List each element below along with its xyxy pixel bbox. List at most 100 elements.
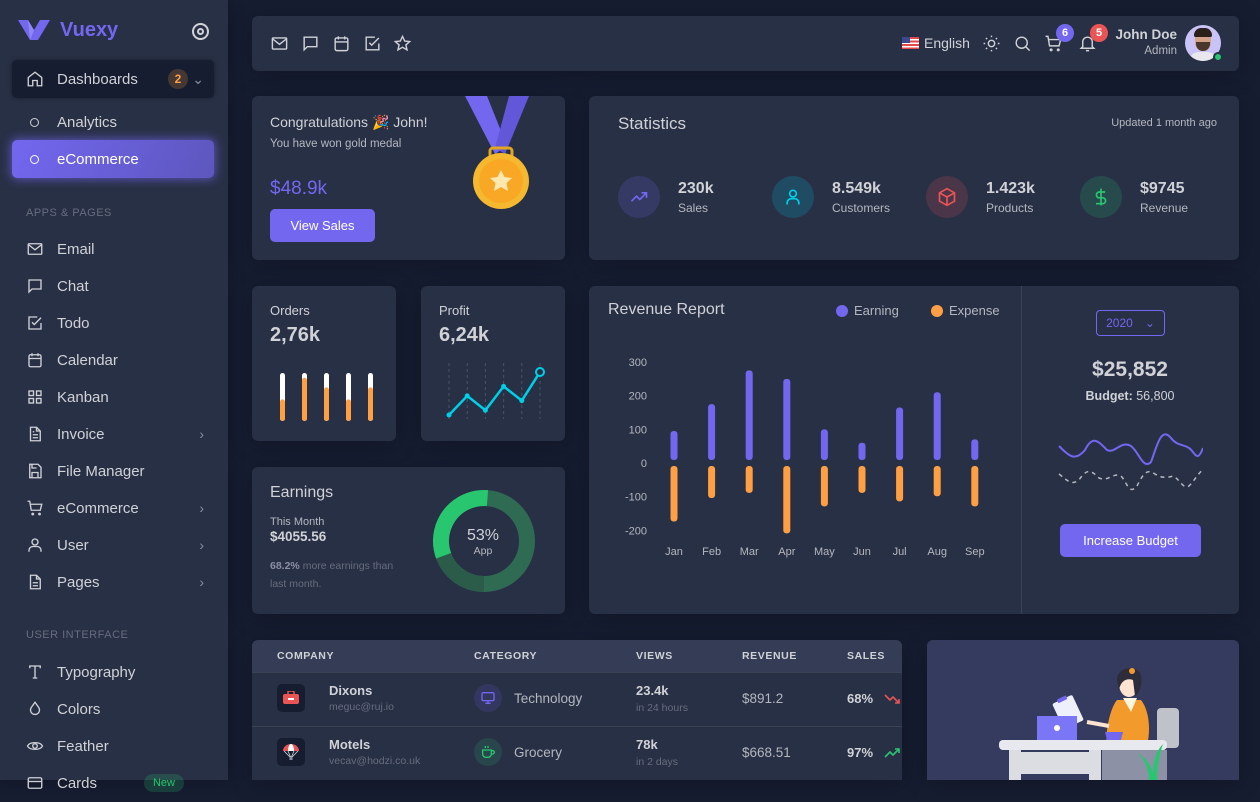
search-icon[interactable] bbox=[1013, 34, 1033, 54]
orders-bar-chart bbox=[280, 373, 373, 421]
user-icon bbox=[772, 176, 814, 218]
sidebar-item-label: User bbox=[57, 536, 89, 554]
droplet-icon bbox=[25, 699, 45, 719]
orders-label: Orders bbox=[270, 303, 310, 318]
mail-icon[interactable] bbox=[270, 34, 290, 54]
view-sales-button[interactable]: View Sales bbox=[270, 209, 375, 242]
bar-expense bbox=[858, 466, 866, 493]
sidebar-item-kanban[interactable]: Kanban bbox=[12, 378, 214, 416]
sidebar-item-todo[interactable]: Todo bbox=[12, 304, 214, 342]
legend-label: Expense bbox=[949, 303, 1000, 318]
sidebar-item-file-manager[interactable]: File Manager bbox=[12, 452, 214, 490]
star-icon[interactable] bbox=[393, 34, 413, 54]
bar-expense bbox=[933, 466, 941, 497]
bar-expense bbox=[820, 466, 828, 507]
top-navbar: English 6 5 John Doe Admin bbox=[252, 16, 1239, 71]
stat-label: Customers bbox=[832, 200, 891, 215]
sidebar-pin-toggle-icon[interactable] bbox=[192, 23, 209, 40]
check-square-icon bbox=[25, 313, 45, 333]
sidebar-item-user[interactable]: User › bbox=[12, 526, 214, 564]
user-name[interactable]: John Doe bbox=[1115, 27, 1177, 42]
chevron-right-icon: › bbox=[199, 426, 204, 442]
year-value: 2020 bbox=[1106, 316, 1133, 330]
legend-dot bbox=[931, 304, 943, 317]
orders-bar-fill bbox=[324, 387, 329, 421]
bar-expense bbox=[971, 466, 979, 507]
revenue-value: $891.2 bbox=[742, 691, 784, 706]
x-tick-label: Apr bbox=[778, 546, 795, 558]
language-dropdown[interactable]: English bbox=[902, 35, 970, 51]
sidebar-item-chat[interactable]: Chat bbox=[12, 267, 214, 305]
illustration-card bbox=[927, 640, 1239, 780]
sidebar-item-ecommerce-dashboard[interactable]: eCommerce bbox=[12, 140, 214, 178]
profit-point bbox=[535, 367, 545, 377]
legend-dot bbox=[836, 304, 848, 317]
home-icon bbox=[25, 69, 45, 89]
company-name: Motels bbox=[329, 737, 371, 752]
sidebar-item-pages[interactable]: Pages › bbox=[12, 563, 214, 601]
stat-label: Products bbox=[986, 200, 1034, 215]
category-name: Grocery bbox=[514, 745, 563, 760]
chat-icon[interactable] bbox=[301, 34, 321, 54]
budget-sparkline bbox=[1058, 433, 1203, 491]
sidebar-item-calendar[interactable]: Calendar bbox=[12, 341, 214, 379]
statistics-updated: Updated 1 month ago bbox=[1111, 117, 1217, 129]
year-dropdown[interactable]: 2020 ⌄ bbox=[1096, 310, 1165, 336]
y-tick-label: -100 bbox=[625, 492, 647, 504]
company-email: vecav@hodzi.co.uk bbox=[329, 755, 421, 767]
language-label: English bbox=[924, 35, 970, 51]
statistics-title: Statistics bbox=[618, 114, 687, 133]
stat-value: 1.423k bbox=[986, 179, 1035, 197]
increase-budget-button[interactable]: Increase Budget bbox=[1060, 524, 1201, 557]
views-value: 78k bbox=[636, 737, 658, 752]
sidebar-item-label: Colors bbox=[57, 700, 101, 718]
file-icon bbox=[25, 572, 45, 592]
bar-earning bbox=[670, 431, 678, 460]
sidebar-item-cards[interactable]: Cards New bbox=[12, 764, 214, 802]
check-square-icon[interactable] bbox=[363, 34, 383, 54]
column-header-views: VIEWS bbox=[636, 650, 673, 662]
sidebar-item-feather[interactable]: Feather bbox=[12, 727, 214, 765]
x-tick-label: May bbox=[814, 546, 835, 558]
bar-expense bbox=[783, 466, 791, 534]
x-tick-label: Sep bbox=[965, 546, 985, 558]
y-tick-label: -200 bbox=[625, 525, 647, 537]
bell-icon[interactable]: 5 bbox=[1078, 24, 1108, 54]
bar-earning bbox=[896, 407, 904, 460]
section-header-apps: APPS & PAGES bbox=[26, 207, 112, 219]
stat-label: Sales bbox=[678, 200, 709, 215]
profit-point bbox=[446, 412, 452, 418]
revenue-report-card: Revenue Report Earning Expense 300 200 100… bbox=[589, 286, 1239, 614]
sidebar-item-ecommerce[interactable]: eCommerce › bbox=[12, 489, 214, 527]
trending-up-icon bbox=[884, 748, 900, 758]
table-row[interactable]: Motels vecav@hodzi.co.uk Grocery 78k in … bbox=[252, 726, 902, 779]
sidebar-item-analytics[interactable]: Analytics bbox=[12, 103, 214, 141]
calendar-icon[interactable] bbox=[332, 34, 352, 54]
sidebar-item-invoice[interactable]: Invoice › bbox=[12, 415, 214, 453]
chevron-right-icon: › bbox=[199, 537, 204, 553]
type-icon bbox=[25, 662, 45, 682]
dollar-sign-icon bbox=[1080, 176, 1122, 218]
views-value: 23.4k bbox=[636, 683, 669, 698]
sidebar-item-dashboards[interactable]: Dashboards 2 ⌄ bbox=[12, 60, 214, 98]
monitor-icon bbox=[474, 684, 502, 712]
circle-icon bbox=[30, 117, 39, 127]
budget-amount: $25,852 bbox=[1092, 358, 1168, 381]
save-icon bbox=[25, 461, 45, 481]
shopping-cart-icon bbox=[25, 498, 45, 518]
sidebar-item-typography[interactable]: Typography bbox=[12, 653, 214, 691]
chevron-right-icon: › bbox=[199, 574, 204, 590]
brand[interactable]: Vuexy bbox=[18, 18, 118, 42]
table-row[interactable]: Dixons meguc@ruj.io Technology 23.4k in … bbox=[252, 672, 902, 725]
sun-icon[interactable] bbox=[982, 34, 1002, 54]
budget-value: 56,800 bbox=[1136, 389, 1175, 403]
bar-earning bbox=[971, 439, 979, 460]
trending-down-icon bbox=[884, 694, 900, 704]
sidebar-item-email[interactable]: Email bbox=[12, 230, 214, 268]
shopping-cart-icon[interactable]: 6 bbox=[1044, 24, 1074, 54]
sidebar-item-colors[interactable]: Colors bbox=[12, 690, 214, 728]
table-header: COMPANY CATEGORY VIEWS REVENUE SALES bbox=[252, 640, 902, 672]
earnings-growth: 68.2% bbox=[270, 560, 300, 572]
earnings-card: Earnings This Month $4055.56 68.2% more … bbox=[252, 467, 565, 614]
x-tick-label: Jan bbox=[665, 546, 683, 558]
